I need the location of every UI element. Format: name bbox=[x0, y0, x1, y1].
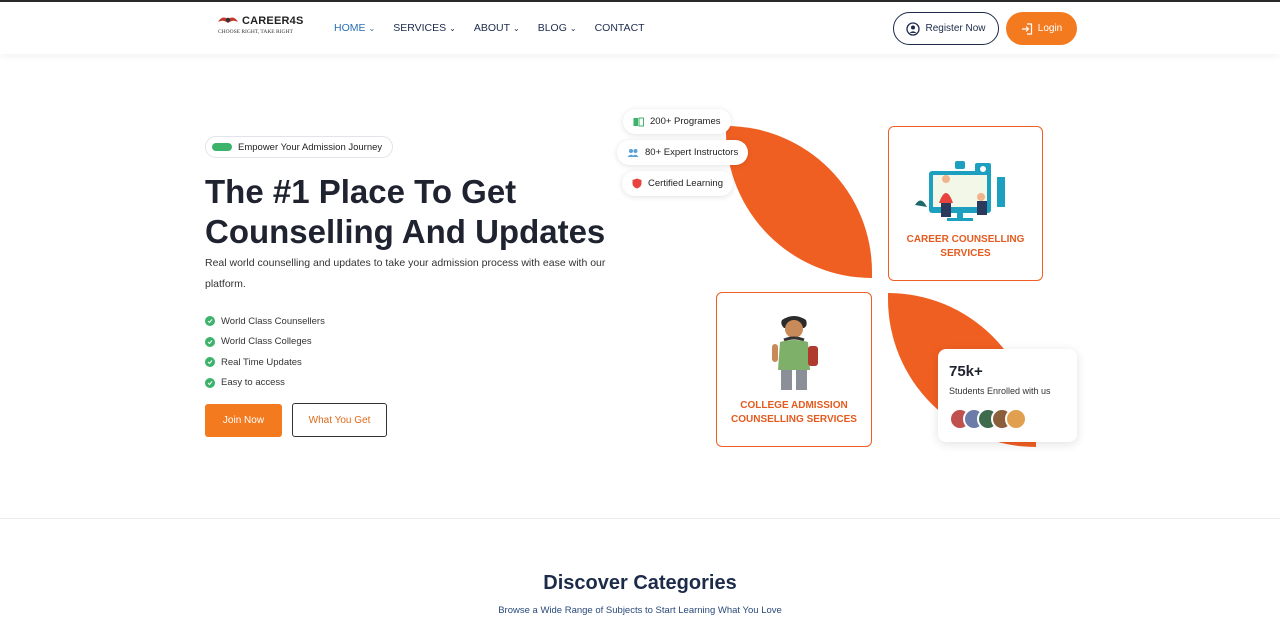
stat-label: Students Enrolled with us bbox=[949, 386, 1051, 396]
join-now-button[interactable]: Join Now bbox=[205, 404, 282, 437]
pill-indicator bbox=[212, 143, 232, 151]
feature-label: World Class Colleges bbox=[221, 336, 312, 348]
hero-pill-label: Empower Your Admission Journey bbox=[238, 141, 383, 153]
enrollment-stat-card: 75k+ Students Enrolled with us bbox=[938, 349, 1077, 442]
register-button[interactable]: Register Now bbox=[893, 12, 999, 45]
certified-chip: Certified Learning bbox=[622, 171, 733, 196]
what-you-get-button[interactable]: What You Get bbox=[292, 403, 387, 437]
site-header: CAREER4S CHOOSE RIGHT, TAKE RIGHT HOME ⌄… bbox=[0, 2, 1280, 54]
career-counselling-illustration bbox=[915, 161, 1005, 221]
decorative-leaf bbox=[726, 126, 872, 278]
chevron-down-icon: ⌄ bbox=[513, 23, 520, 33]
feature-item: World Class Colleges bbox=[205, 332, 325, 353]
hero-pill: Empower Your Admission Journey bbox=[205, 136, 394, 158]
career-counselling-card[interactable]: CAREER COUNSELLING SERVICES bbox=[888, 126, 1043, 281]
programs-chip-label: 200+ Programes bbox=[650, 116, 721, 127]
section-divider bbox=[0, 518, 1280, 519]
user-circle-icon bbox=[906, 21, 921, 36]
avatar-group bbox=[949, 408, 1027, 430]
logo-mark-icon bbox=[218, 17, 238, 23]
chevron-down-icon: ⌄ bbox=[368, 23, 376, 33]
feature-item: Easy to access bbox=[205, 373, 325, 394]
logo[interactable]: CAREER4S CHOOSE RIGHT, TAKE RIGHT bbox=[216, 14, 306, 42]
hero-title-line1: The #1 Place To Get bbox=[205, 173, 517, 210]
certified-chip-label: Certified Learning bbox=[648, 178, 723, 189]
feature-label: Easy to access bbox=[221, 377, 285, 389]
instructors-chip-label: 80+ Expert Instructors bbox=[645, 147, 739, 158]
feature-label: Real Time Updates bbox=[221, 356, 302, 368]
feature-item: World Class Counsellers bbox=[205, 311, 325, 332]
main-nav: HOME ⌄ SERVICES ⌄ ABOUT ⌄ BLOG ⌄ CONTACT bbox=[334, 22, 663, 34]
logo-tagline: CHOOSE RIGHT, TAKE RIGHT bbox=[218, 29, 293, 35]
shield-icon bbox=[632, 178, 642, 189]
nav-services-label: SERVICES bbox=[393, 22, 447, 34]
feature-item: Real Time Updates bbox=[205, 352, 325, 373]
register-label: Register Now bbox=[925, 23, 986, 34]
instructors-chip: 80+ Expert Instructors bbox=[617, 140, 749, 165]
avatar bbox=[1005, 408, 1027, 430]
nav-home[interactable]: HOME ⌄ bbox=[334, 22, 375, 34]
nav-home-label: HOME bbox=[334, 22, 366, 34]
chevron-down-icon: ⌄ bbox=[449, 23, 456, 33]
check-icon bbox=[205, 336, 215, 347]
nav-blog-label: BLOG bbox=[537, 22, 567, 34]
nav-contact-label: CONTACT bbox=[594, 22, 645, 34]
college-admission-card[interactable]: COLLEGE ADMISSION COUNSELLING SERVICES bbox=[716, 292, 872, 447]
login-label: Login bbox=[1037, 23, 1063, 34]
nav-services[interactable]: SERVICES ⌄ bbox=[393, 22, 456, 34]
hero-title: The #1 Place To Get Counselling And Upda… bbox=[205, 172, 625, 252]
feature-label: World Class Counsellers bbox=[221, 315, 325, 327]
check-icon bbox=[205, 316, 215, 327]
programs-chip: 200+ Programes bbox=[623, 109, 731, 134]
feature-list: World Class Counsellers World Class Coll… bbox=[205, 311, 325, 393]
book-icon bbox=[633, 117, 644, 126]
categories-subtitle: Browse a Wide Range of Subjects to Start… bbox=[498, 605, 782, 616]
check-icon bbox=[205, 377, 215, 388]
hero-title-line2: Counselling And Updates bbox=[205, 213, 606, 250]
login-icon bbox=[1021, 22, 1032, 35]
nav-about[interactable]: ABOUT ⌄ bbox=[474, 22, 520, 34]
nav-contact[interactable]: CONTACT bbox=[595, 22, 645, 34]
student-illustration bbox=[772, 316, 818, 390]
logo-name: CAREER4S bbox=[242, 15, 304, 27]
categories-title: Discover Categories bbox=[543, 572, 737, 594]
users-icon bbox=[627, 148, 639, 157]
college-card-title: COLLEGE ADMISSION COUNSELLING SERVICES bbox=[731, 400, 857, 425]
login-button[interactable]: Login bbox=[1006, 12, 1077, 45]
nav-about-label: ABOUT bbox=[473, 22, 510, 34]
check-icon bbox=[205, 357, 215, 368]
chevron-down-icon: ⌄ bbox=[569, 23, 577, 33]
hero-subtitle: Real world counselling and updates to ta… bbox=[205, 257, 606, 290]
nav-blog[interactable]: BLOG ⌄ bbox=[538, 22, 577, 34]
career-card-title: CAREER COUNSELLING SERVICES bbox=[906, 234, 1025, 259]
stat-value: 75k+ bbox=[949, 363, 983, 380]
